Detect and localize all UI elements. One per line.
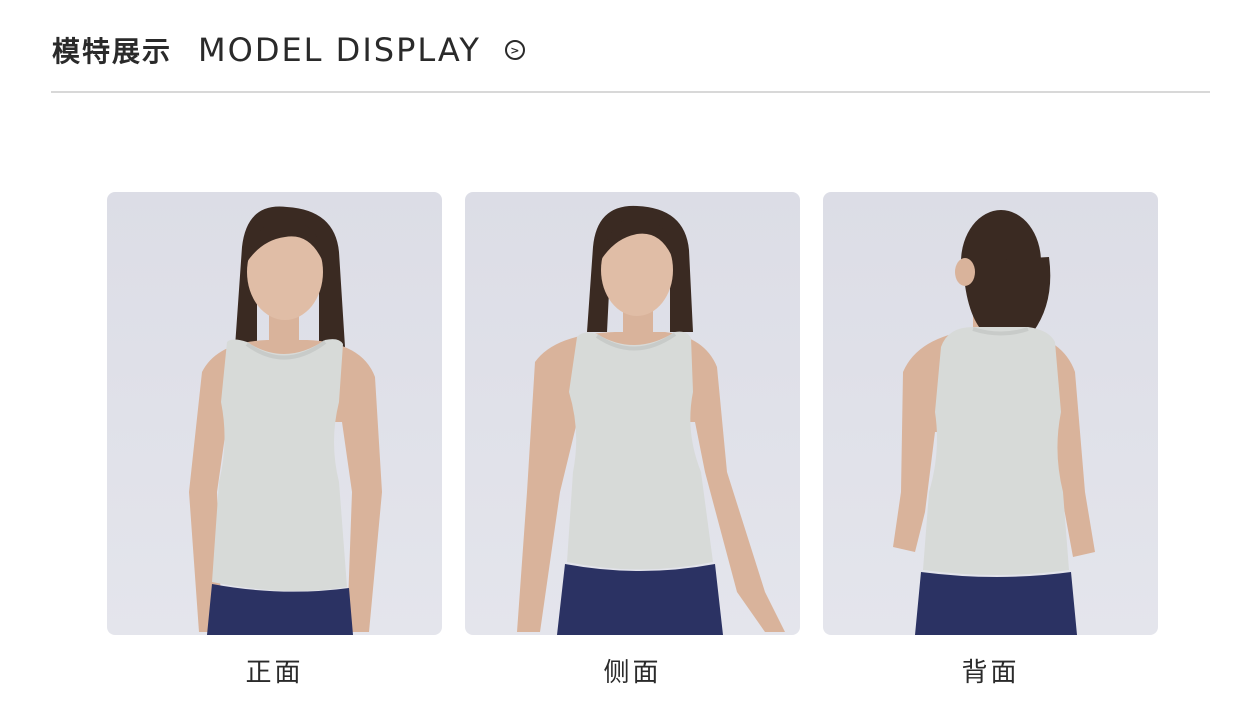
section-header: 模特展示 MODEL DISPLAY > <box>52 30 525 70</box>
header-divider <box>51 91 1210 93</box>
gallery-card-back: 背面 <box>823 192 1158 689</box>
model-back-photo[interactable] <box>823 192 1158 635</box>
section-title-cn: 模特展示 <box>52 35 173 68</box>
model-back-illustration <box>893 210 1095 635</box>
model-front-photo[interactable] <box>107 192 442 635</box>
section-title-en: MODEL DISPLAY <box>198 31 481 69</box>
caption-back: 背面 <box>961 658 1020 688</box>
gallery-card-front: 正面 <box>107 192 442 689</box>
model-front-illustration <box>189 206 382 635</box>
model-gallery: 正面 侧面 背面 <box>107 192 1158 689</box>
caption-side: 侧面 <box>603 658 662 688</box>
circle-arrow-right-icon[interactable]: > <box>504 40 525 60</box>
model-side-photo[interactable] <box>465 192 800 635</box>
arrow-glyph: > <box>510 43 520 57</box>
model-side-illustration <box>517 205 785 635</box>
caption-front: 正面 <box>245 658 304 688</box>
gallery-card-side: 侧面 <box>465 192 800 689</box>
